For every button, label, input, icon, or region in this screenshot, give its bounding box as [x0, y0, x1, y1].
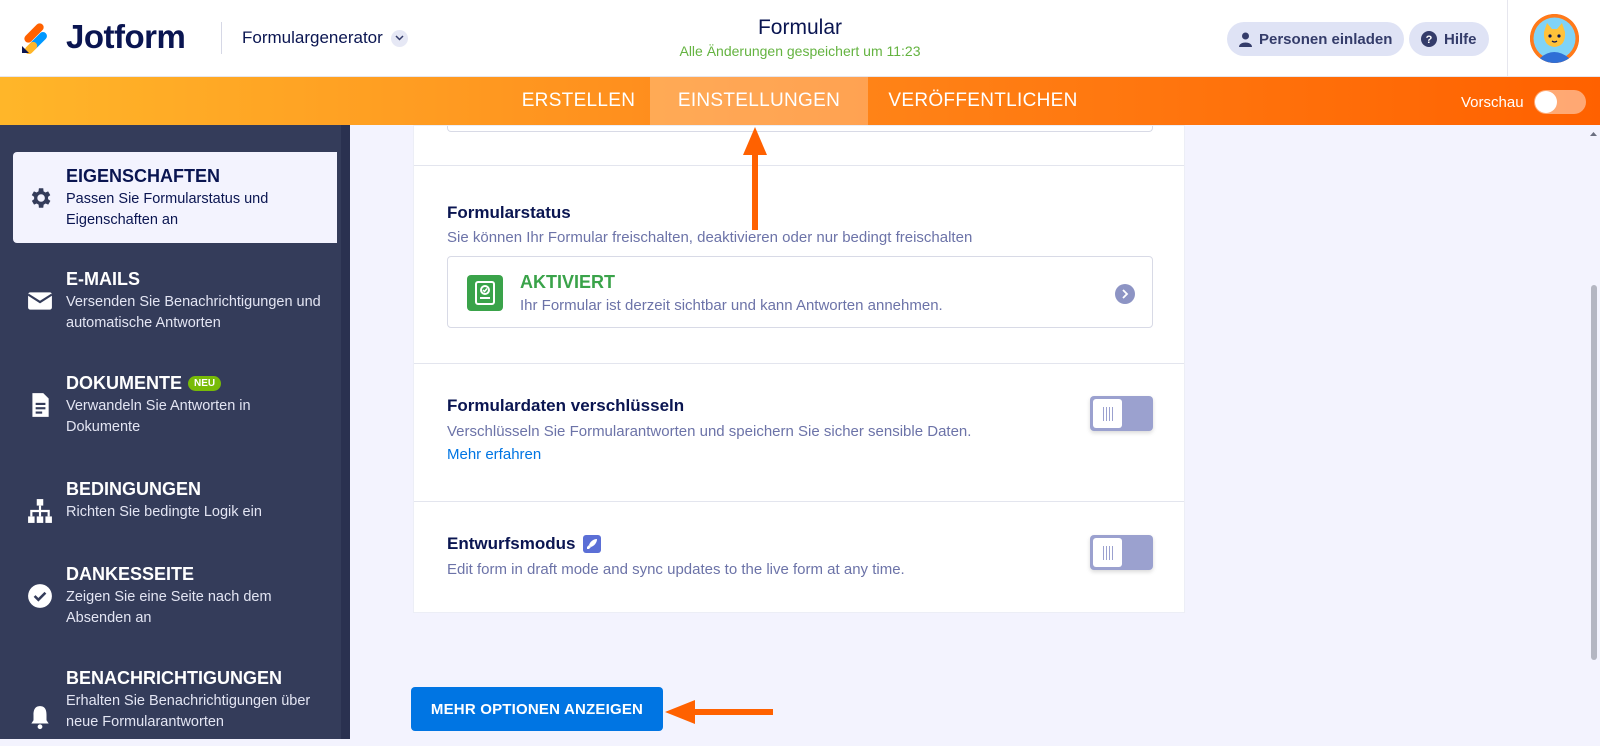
tab-veroeffentlichen[interactable]: VERÖFFENTLICHEN	[868, 77, 1098, 125]
sidebar-item-eigenschaften[interactable]: EIGENSCHAFTEN Passen Sie Formularstatus …	[13, 152, 337, 243]
grip-icon	[1102, 545, 1113, 560]
help-label: Hilfe	[1444, 30, 1477, 48]
sidebar-item-benachrichtigungen[interactable]: BENACHRICHTIGUNGEN Erhalten Sie Benachri…	[13, 654, 337, 746]
sidebar-item-desc: Versenden Sie Benachrichtigungen und aut…	[66, 294, 321, 331]
check-circle-icon	[28, 584, 52, 608]
show-more-options-button[interactable]: MEHR OPTIONEN ANZEIGEN	[411, 687, 663, 731]
previous-field-input[interactable]	[447, 126, 1153, 132]
user-icon	[1239, 32, 1252, 47]
scroll-up-icon	[1590, 132, 1597, 136]
cat-avatar-icon	[1530, 14, 1579, 63]
settings-sidebar: EIGENSCHAFTEN Passen Sie Formularstatus …	[0, 125, 350, 739]
document-icon	[32, 393, 49, 417]
sidebar-scrollbar[interactable]	[341, 125, 350, 739]
draft-mode-toggle[interactable]	[1090, 535, 1153, 570]
preview-toggle[interactable]	[1533, 90, 1586, 114]
sidebar-item-title: DOKUMENTE	[66, 373, 182, 393]
settings-card: Formularstatus Sie können Ihr Formular f…	[413, 125, 1185, 613]
rocket-icon	[583, 535, 602, 553]
sidebar-item-dokumente[interactable]: DOKUMENTE NEU Verwandeln Sie Antworten i…	[13, 359, 337, 451]
form-status-selector[interactable]: AKTIVIERT Ihr Formular ist derzeit sicht…	[447, 256, 1153, 328]
sidebar-item-desc: Verwandeln Sie Antworten in Dokumente	[66, 398, 251, 435]
sidebar-item-title: E-MAILS	[66, 269, 140, 289]
annotation-arrow-left	[665, 700, 773, 724]
toggle-knob	[1093, 538, 1122, 567]
preview-toggle-knob	[1534, 91, 1557, 113]
tab-einstellungen[interactable]: EINSTELLUNGEN	[650, 77, 868, 125]
section-divider	[414, 501, 1184, 502]
form-status-title: Formularstatus	[447, 203, 571, 222]
sidebar-item-desc: Zeigen Sie eine Seite nach dem Absenden …	[66, 589, 272, 626]
section-divider	[414, 363, 1184, 364]
svg-text:?: ?	[1426, 34, 1433, 46]
form-status-desc: Sie können Ihr Formular freischalten, de…	[447, 229, 973, 246]
new-badge: NEU	[188, 376, 222, 391]
bell-icon	[31, 706, 49, 730]
invite-people-button[interactable]: Personen einladen	[1227, 22, 1405, 56]
draft-mode-title: Entwurfsmodus	[447, 534, 576, 553]
avatar[interactable]	[1530, 14, 1579, 63]
sidebar-item-title: EIGENSCHAFTEN	[66, 166, 221, 186]
encrypt-toggle[interactable]	[1090, 396, 1153, 431]
status-desc: Ihr Formular ist derzeit sichtbar und ka…	[520, 297, 943, 314]
section-divider	[414, 165, 1184, 166]
main-navigation: ERSTELLEN EINSTELLUNGEN VERÖFFENTLICHEN …	[0, 77, 1600, 125]
draft-mode-desc: Edit form in draft mode and sync updates…	[447, 561, 905, 578]
status-label: AKTIVIERT	[520, 272, 616, 292]
top-header: Jotform Formulargenerator Formular Alle …	[0, 0, 1600, 77]
envelope-icon	[27, 292, 53, 310]
hierarchy-icon	[28, 499, 52, 523]
sidebar-item-title: BEDINGUNGEN	[66, 479, 202, 499]
sidebar-item-bedingungen[interactable]: BEDINGUNGEN Richten Sie bedingte Logik e…	[13, 465, 337, 535]
help-icon: ?	[1421, 31, 1437, 47]
grip-icon	[1102, 406, 1113, 421]
chevron-right-icon	[1115, 284, 1135, 304]
encrypt-desc: Verschlüsseln Sie Formularantworten und …	[447, 423, 972, 440]
sidebar-item-desc: Passen Sie Formularstatus und Eigenschaf…	[66, 191, 269, 228]
draft-mode-title-row: Entwurfsmodus	[447, 534, 602, 554]
gear-icon	[31, 188, 51, 208]
form-active-icon	[467, 275, 503, 311]
toggle-knob	[1093, 399, 1122, 428]
main-scrollbar[interactable]	[1587, 125, 1600, 739]
main-scrollbar-thumb[interactable]	[1591, 285, 1597, 660]
encrypt-title: Formulardaten verschlüsseln	[447, 396, 685, 415]
sidebar-item-title: DANKESSEITE	[66, 564, 195, 584]
sidebar-item-title: BENACHRICHTIGUNGEN	[66, 668, 282, 688]
sidebar-item-desc: Erhalten Sie Benachrichtigungen über neu…	[66, 693, 311, 730]
sidebar-item-emails[interactable]: E-MAILS Versenden Sie Benachrichtigungen…	[13, 255, 337, 347]
sidebar-item-dankesseite[interactable]: DANKESSEITE Zeigen Sie eine Seite nach d…	[13, 550, 337, 642]
help-button[interactable]: ? Hilfe	[1409, 22, 1489, 56]
learn-more-link[interactable]: Mehr erfahren	[447, 446, 541, 463]
sidebar-item-title-row: DOKUMENTE NEU	[66, 373, 327, 394]
preview-label: Vorschau	[1461, 93, 1524, 111]
invite-label: Personen einladen	[1259, 30, 1393, 48]
tab-erstellen[interactable]: ERSTELLEN	[507, 77, 650, 125]
sidebar-item-desc: Richten Sie bedingte Logik ein	[66, 504, 262, 520]
header-divider-right	[1507, 0, 1508, 77]
preview-toggle-group: Vorschau	[1461, 90, 1586, 114]
